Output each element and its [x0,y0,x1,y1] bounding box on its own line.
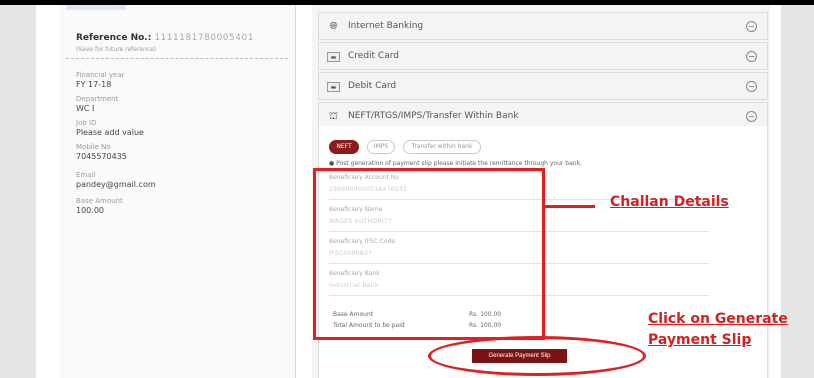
accordion-internet-banking[interactable]: 🌐︎ Internet Banking − [318,12,768,40]
tab-imps[interactable]: IMPS [367,140,395,154]
detail-mobile: Mobile No 7045570435 [76,143,127,162]
detail-department: Department WC I [76,95,118,114]
annotation-pointer [545,205,595,208]
collapse-toggle-icon[interactable]: − [746,81,757,92]
detail-value: pandey@gmail.com [76,180,156,189]
detail-label: Email [76,171,96,179]
accordion-title: NEFT/RTGS/IMPS/Transfer Within Bank [348,111,519,121]
tab-transfer-within-bank[interactable]: Transfer within bank [403,140,481,154]
collapse-toggle-icon[interactable]: − [746,111,757,122]
detail-label: Department [76,95,119,103]
accordion-title: Internet Banking [348,21,424,31]
bank-icon: ⛫ [328,111,339,122]
detail-value: FY 17-18 [76,80,112,89]
detail-job-id: Job ID Please add value [76,119,144,138]
detail-financial-year: Financial year FY 17-18 [76,71,125,90]
reference-line: Reference No.: 1111181780005401 [76,33,254,43]
reference-subtext: (Save for future reference) [76,46,157,53]
challan-details-annotation: Challan Details [610,194,729,210]
detail-label: Financial year [76,71,125,79]
debit-card-icon: ▬ [327,82,340,92]
note-text: Post generation of payment slip please i… [336,160,582,167]
detail-value: Please add value [76,128,144,137]
reference-label: Reference No.: [76,33,152,43]
detail-value: WC I [76,104,95,113]
reference-box: Reference No.: 1111181780005401 (Save for… [66,21,288,59]
reference-number: 1111181780005401 [154,33,254,43]
challan-details-highlight [313,168,545,340]
accordion-title: Credit Card [348,51,399,61]
collapse-toggle-icon[interactable]: − [746,21,757,32]
info-bullet-icon: ● [329,160,335,167]
detail-label: Job ID [76,119,97,127]
remittance-note: ● Post generation of payment slip please… [329,160,582,167]
detail-label: Mobile No [76,143,111,151]
collapse-toggle-icon[interactable]: − [746,51,757,62]
credit-card-icon: ▬ [327,52,340,62]
generate-button-highlight [428,336,646,376]
globe-icon: 🌐︎ [329,21,338,32]
accordion-credit-card[interactable]: ▬ Credit Card − [318,42,768,70]
detail-base-amount: Base Amount 100.00 [76,197,123,216]
accordion-title: Debit Card [348,81,397,91]
tab-neft[interactable]: NEFT [329,140,359,154]
detail-value: 100.00 [76,206,104,215]
click-generate-annotation-line1: Click on Generate [648,311,788,327]
summary-panel: Reference No.: 1111181780005401 (Save for… [60,5,296,378]
detail-value: 7045570435 [76,152,127,161]
detail-email: Email pandey@gmail.com [76,171,156,190]
click-generate-annotation-line2: Payment Slip [648,332,752,348]
accordion-debit-card[interactable]: ▬ Debit Card − [318,72,768,100]
detail-label: Base Amount [76,197,123,205]
panel-tab [66,5,126,10]
